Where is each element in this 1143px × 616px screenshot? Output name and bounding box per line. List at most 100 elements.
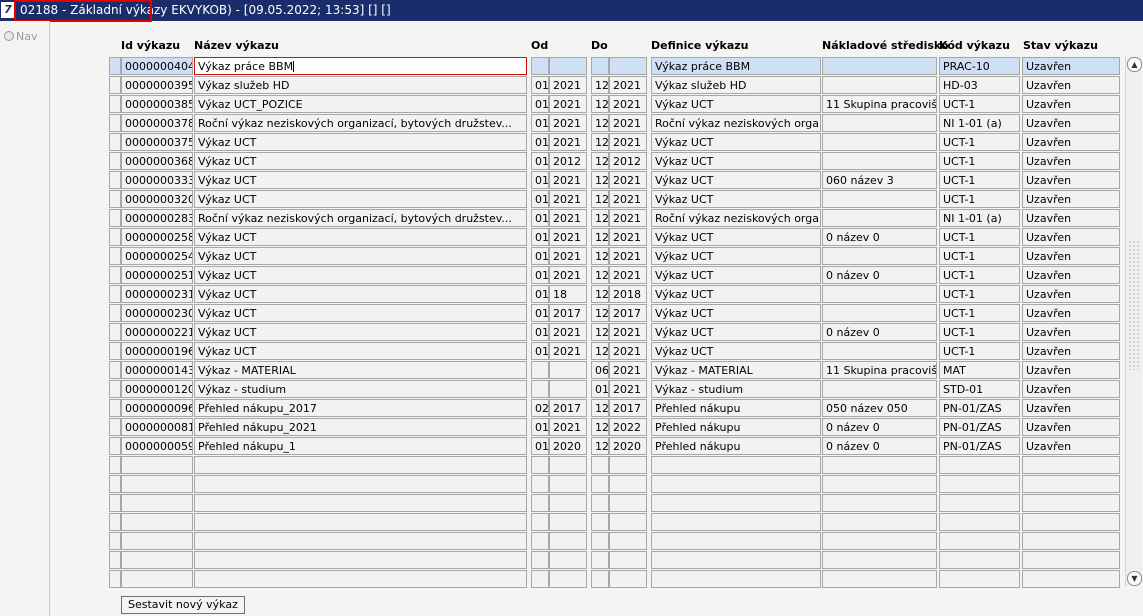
to-year-cell[interactable]: 2020 bbox=[609, 437, 647, 455]
id-cell[interactable] bbox=[121, 456, 193, 474]
from-month-cell[interactable] bbox=[531, 57, 549, 75]
from-month-cell[interactable] bbox=[531, 570, 549, 588]
header-id[interactable]: Id výkazu bbox=[121, 39, 180, 52]
definition-cell[interactable]: Výkaz UCT bbox=[651, 171, 821, 189]
from-year-cell[interactable] bbox=[549, 532, 587, 550]
table-row[interactable]: 0000000378 Roční výkaz neziskových organi… bbox=[0, 114, 1143, 132]
cost-center-cell[interactable] bbox=[822, 456, 937, 474]
to-year-cell[interactable] bbox=[609, 570, 647, 588]
id-cell[interactable] bbox=[121, 513, 193, 531]
cost-center-cell[interactable]: 050 název 050 bbox=[822, 399, 937, 417]
status-cell[interactable] bbox=[1022, 513, 1120, 531]
code-cell[interactable]: PN-01/ZAS bbox=[939, 418, 1020, 436]
row-selector[interactable] bbox=[109, 190, 121, 208]
id-cell[interactable]: 0000000320 bbox=[121, 190, 193, 208]
code-cell[interactable] bbox=[939, 456, 1020, 474]
table-row[interactable] bbox=[0, 551, 1143, 569]
table-row[interactable] bbox=[0, 532, 1143, 550]
to-month-cell[interactable]: 12 bbox=[591, 209, 609, 227]
row-selector[interactable] bbox=[109, 418, 121, 436]
cost-center-cell[interactable] bbox=[822, 114, 937, 132]
cost-center-cell[interactable] bbox=[822, 247, 937, 265]
name-cell[interactable] bbox=[194, 551, 527, 569]
to-month-cell[interactable] bbox=[591, 456, 609, 474]
code-cell[interactable]: UCT-1 bbox=[939, 323, 1020, 341]
status-cell[interactable]: Uzavřen bbox=[1022, 209, 1120, 227]
definition-cell[interactable]: Roční výkaz neziskových organiza bbox=[651, 209, 821, 227]
status-cell[interactable]: Uzavřen bbox=[1022, 266, 1120, 284]
from-month-cell[interactable] bbox=[531, 494, 549, 512]
from-year-cell[interactable] bbox=[549, 570, 587, 588]
to-year-cell[interactable]: 2021 bbox=[609, 342, 647, 360]
cost-center-cell[interactable] bbox=[822, 513, 937, 531]
name-cell[interactable]: Výkaz UCT bbox=[194, 171, 527, 189]
cost-center-cell[interactable]: 0 název 0 bbox=[822, 266, 937, 284]
definition-cell[interactable] bbox=[651, 456, 821, 474]
row-selector[interactable] bbox=[109, 532, 121, 550]
definition-cell[interactable]: Výkaz UCT bbox=[651, 266, 821, 284]
cost-center-cell[interactable] bbox=[822, 152, 937, 170]
row-selector[interactable] bbox=[109, 494, 121, 512]
from-month-cell[interactable]: 01 bbox=[531, 342, 549, 360]
to-year-cell[interactable]: 2021 bbox=[609, 209, 647, 227]
cost-center-cell[interactable]: 11 Skupina pracovišť bbox=[822, 95, 937, 113]
code-cell[interactable]: PN-01/ZAS bbox=[939, 399, 1020, 417]
code-cell[interactable] bbox=[939, 551, 1020, 569]
from-year-cell[interactable]: 2021 bbox=[549, 418, 587, 436]
row-selector[interactable] bbox=[109, 76, 121, 94]
id-cell[interactable]: 0000000404 bbox=[121, 57, 193, 75]
to-year-cell[interactable]: 2021 bbox=[609, 266, 647, 284]
name-cell[interactable]: Roční výkaz neziskových organizací, byto… bbox=[194, 114, 527, 132]
definition-cell[interactable]: Výkaz - MATERIAL bbox=[651, 361, 821, 379]
id-cell[interactable] bbox=[121, 570, 193, 588]
table-row[interactable]: 0000000404 Výkaz práce BBM Výkaz práce BBM… bbox=[0, 57, 1143, 75]
from-month-cell[interactable]: 02 bbox=[531, 399, 549, 417]
status-cell[interactable]: Uzavřen bbox=[1022, 361, 1120, 379]
from-year-cell[interactable] bbox=[549, 57, 587, 75]
from-year-cell[interactable]: 2021 bbox=[549, 114, 587, 132]
from-year-cell[interactable] bbox=[549, 513, 587, 531]
status-cell[interactable]: Uzavřen bbox=[1022, 57, 1120, 75]
row-selector[interactable] bbox=[109, 133, 121, 151]
from-month-cell[interactable]: 01 bbox=[531, 418, 549, 436]
name-cell[interactable]: Přehled nákupu_1 bbox=[194, 437, 527, 455]
table-row[interactable]: 0000000221 Výkaz UCT 01 2021 12 2021 Výkaz UCT… bbox=[0, 323, 1143, 341]
from-month-cell[interactable]: 01 bbox=[531, 114, 549, 132]
to-month-cell[interactable]: 12 bbox=[591, 266, 609, 284]
to-year-cell[interactable]: 2018 bbox=[609, 285, 647, 303]
from-year-cell[interactable]: 2020 bbox=[549, 437, 587, 455]
name-cell[interactable]: Výkaz UCT bbox=[194, 228, 527, 246]
to-month-cell[interactable]: 12 bbox=[591, 437, 609, 455]
id-cell[interactable]: 0000000230 bbox=[121, 304, 193, 322]
name-cell[interactable]: Výkaz - MATERIAL bbox=[194, 361, 527, 379]
from-year-cell[interactable]: 2021 bbox=[549, 228, 587, 246]
table-row[interactable]: 0000000375 Výkaz UCT 01 2021 12 2021 Výkaz UCT… bbox=[0, 133, 1143, 151]
from-month-cell[interactable]: 01 bbox=[531, 323, 549, 341]
cost-center-cell[interactable]: 0 název 0 bbox=[822, 228, 937, 246]
from-year-cell[interactable] bbox=[549, 551, 587, 569]
from-month-cell[interactable]: 01 bbox=[531, 285, 549, 303]
status-cell[interactable]: Uzavřen bbox=[1022, 247, 1120, 265]
definition-cell[interactable]: Výkaz UCT bbox=[651, 228, 821, 246]
row-selector[interactable] bbox=[109, 171, 121, 189]
status-cell[interactable]: Uzavřen bbox=[1022, 76, 1120, 94]
cost-center-cell[interactable] bbox=[822, 342, 937, 360]
name-cell[interactable]: Roční výkaz neziskových organizací, byto… bbox=[194, 209, 527, 227]
from-month-cell[interactable]: 01 bbox=[531, 266, 549, 284]
name-cell[interactable]: Výkaz UCT bbox=[194, 323, 527, 341]
cost-center-cell[interactable]: 11 Skupina pracovišť bbox=[822, 361, 937, 379]
name-cell[interactable] bbox=[194, 475, 527, 493]
table-row[interactable]: 0000000143 Výkaz - MATERIAL 06 2021 Výkaz - … bbox=[0, 361, 1143, 379]
from-year-cell[interactable]: 2017 bbox=[549, 399, 587, 417]
row-selector[interactable] bbox=[109, 570, 121, 588]
name-cell[interactable] bbox=[194, 494, 527, 512]
header-definition[interactable]: Definice výkazu bbox=[651, 39, 748, 52]
definition-cell[interactable]: Výkaz UCT bbox=[651, 247, 821, 265]
id-cell[interactable] bbox=[121, 551, 193, 569]
table-row[interactable]: 0000000081 Přehled nákupu_2021 01 2021 12 202… bbox=[0, 418, 1143, 436]
from-month-cell[interactable] bbox=[531, 532, 549, 550]
definition-cell[interactable] bbox=[651, 475, 821, 493]
definition-cell[interactable]: Výkaz UCT bbox=[651, 133, 821, 151]
id-cell[interactable] bbox=[121, 475, 193, 493]
table-row[interactable]: 0000000231 Výkaz UCT 01 18 12 2018 Výkaz UCT UC… bbox=[0, 285, 1143, 303]
